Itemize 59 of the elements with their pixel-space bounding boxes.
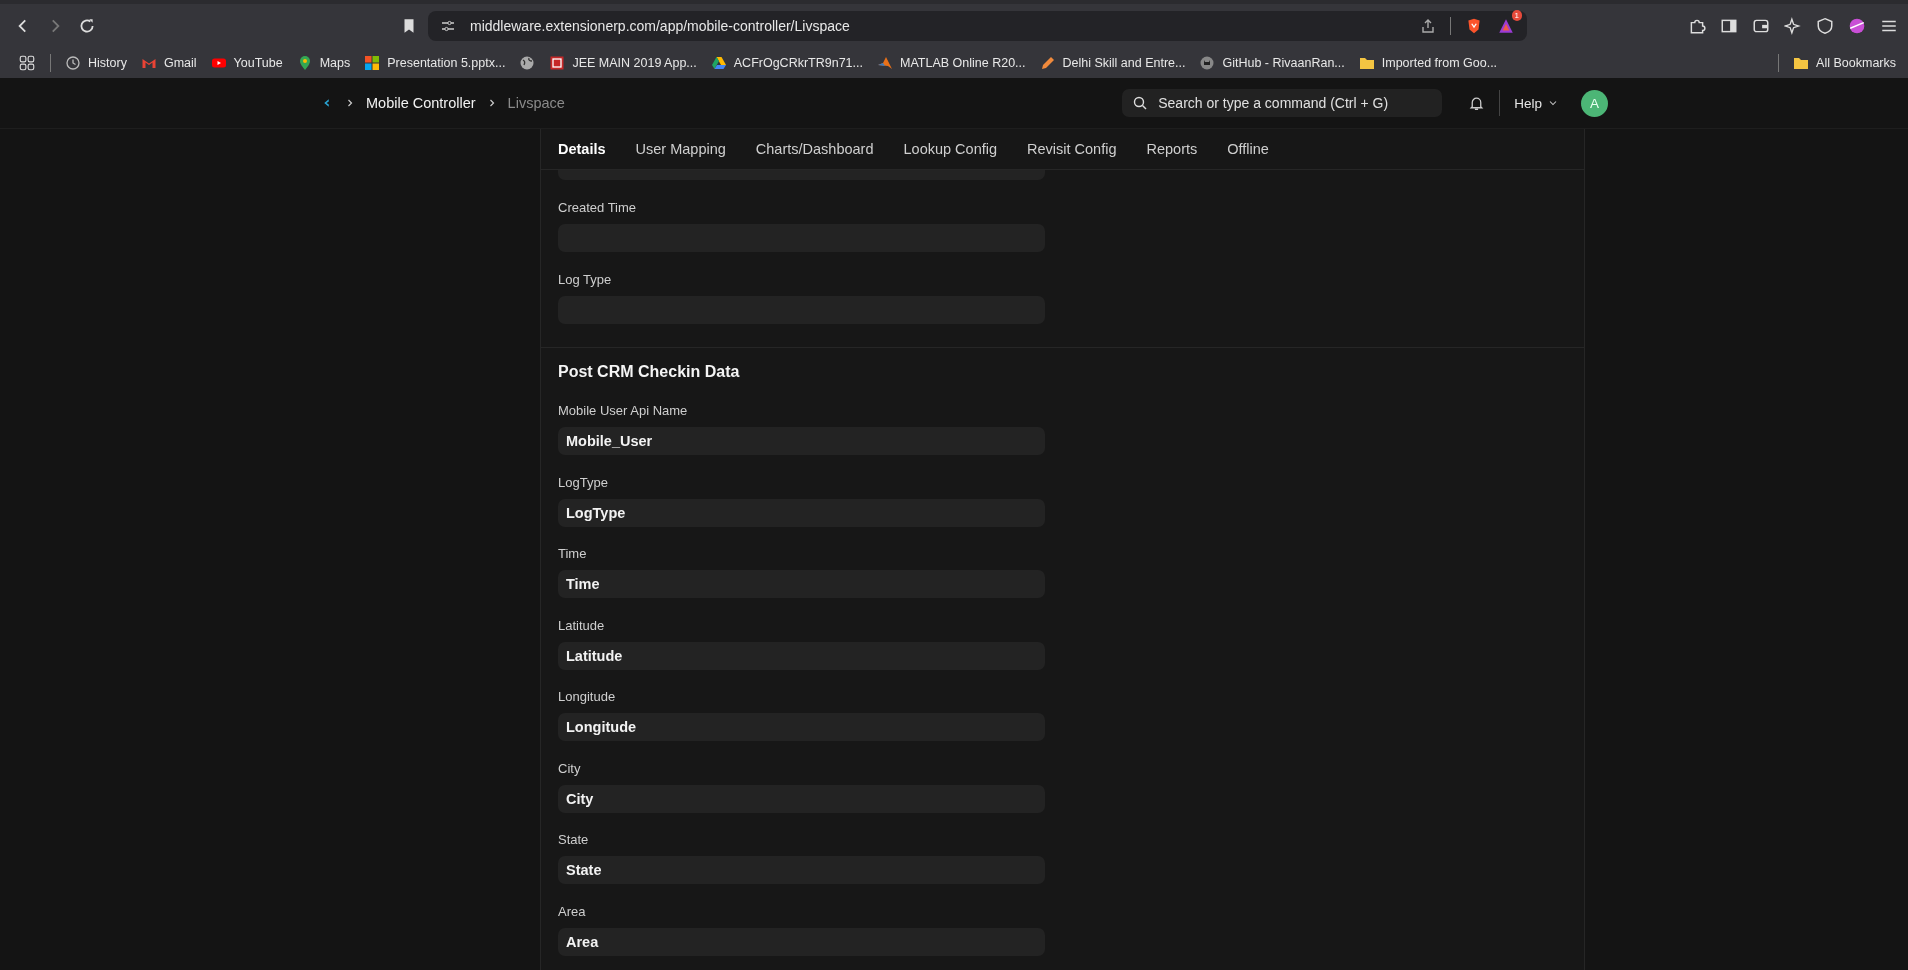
bookmark-item[interactable]: Imported from Goo... bbox=[1358, 54, 1498, 71]
input-field[interactable]: LogType bbox=[558, 498, 1045, 527]
address-bar[interactable]: middleware.extensionerp.com/app/mobile-controller/Livspace 1 bbox=[428, 10, 1527, 41]
tab[interactable]: Offline bbox=[1227, 141, 1269, 157]
share-icon[interactable] bbox=[1420, 17, 1436, 34]
tab[interactable]: Reports bbox=[1146, 141, 1198, 157]
input-field[interactable]: City bbox=[558, 784, 1045, 813]
breadcrumb-link[interactable]: Livspace bbox=[507, 95, 565, 111]
shield-icon[interactable] bbox=[1816, 16, 1834, 35]
clock-icon bbox=[65, 54, 81, 71]
reload-icon[interactable] bbox=[78, 16, 96, 35]
section-title: Post CRM Checkin Data bbox=[558, 362, 741, 382]
bookmark-item[interactable]: MATLAB Online R20... bbox=[877, 54, 1026, 71]
bookmark-item[interactable] bbox=[519, 54, 536, 71]
tiles-icon bbox=[364, 54, 381, 71]
search-icon bbox=[1132, 95, 1149, 111]
tab[interactable]: Lookup Config bbox=[903, 141, 997, 157]
bookmark-item[interactable]: GitHub - RivaanRan... bbox=[1199, 54, 1345, 71]
field-label: Log Type bbox=[558, 271, 613, 287]
bookmark-item[interactable]: Presentation 5.pptx... bbox=[364, 54, 506, 71]
bookmark-item[interactable]: Maps bbox=[296, 54, 351, 71]
input-field[interactable]: State bbox=[558, 856, 1045, 884]
tab[interactable]: User Mapping bbox=[635, 141, 726, 157]
sparkle-icon[interactable] bbox=[1784, 16, 1802, 35]
field-label: Mobile User Api Name bbox=[558, 403, 689, 418]
field-label: Longitude bbox=[558, 689, 617, 704]
input-field[interactable]: Mobile_User bbox=[558, 427, 1045, 455]
apps-icon[interactable] bbox=[18, 53, 36, 72]
all-bookmarks-button[interactable]: All Bookmarks bbox=[1793, 54, 1896, 71]
input-field[interactable]: Area bbox=[558, 927, 1045, 956]
bookmark-item[interactable]: ACFrOgCRkrTR9n71... bbox=[710, 54, 863, 71]
input-field[interactable]: Latitude bbox=[558, 641, 1045, 670]
square-icon bbox=[549, 54, 566, 71]
notification-badge: 1 bbox=[1511, 9, 1522, 21]
profile-icon[interactable] bbox=[1848, 16, 1866, 35]
field-label: State bbox=[558, 832, 590, 847]
input-field[interactable]: Time bbox=[558, 570, 1045, 598]
bookmark-item[interactable]: Delhi Skill and Entre... bbox=[1039, 54, 1186, 71]
input-field[interactable]: Longitude bbox=[558, 713, 1045, 741]
field-label: Latitude bbox=[558, 617, 606, 633]
search-field[interactable]: Search or type a command (Ctrl + G) bbox=[1122, 89, 1443, 117]
triangle-icon bbox=[710, 54, 727, 71]
field-label: Area bbox=[558, 903, 587, 919]
tab[interactable]: Details bbox=[558, 141, 606, 157]
tab[interactable]: Charts/Dashboard bbox=[755, 141, 874, 157]
field-label: City bbox=[558, 760, 582, 776]
bookmark-item[interactable]: JEE MAIN 2019 App... bbox=[549, 54, 697, 71]
field-label: Created Time bbox=[558, 200, 638, 215]
pen-icon bbox=[1039, 54, 1056, 71]
globe-icon bbox=[519, 54, 536, 71]
field-label: Time bbox=[558, 546, 588, 561]
help-menu[interactable]: Help bbox=[1514, 95, 1559, 111]
field-label: LogType bbox=[558, 474, 609, 490]
lion-shield-icon[interactable] bbox=[1465, 16, 1483, 35]
bookmark-item[interactable]: Gmail bbox=[140, 54, 197, 71]
tab[interactable]: Revisit Config bbox=[1027, 141, 1117, 157]
bookmark-item[interactable]: History bbox=[65, 54, 127, 71]
breadcrumb-link[interactable]: Mobile Controller bbox=[366, 95, 476, 111]
bookmark-item[interactable]: YouTube bbox=[210, 54, 283, 71]
